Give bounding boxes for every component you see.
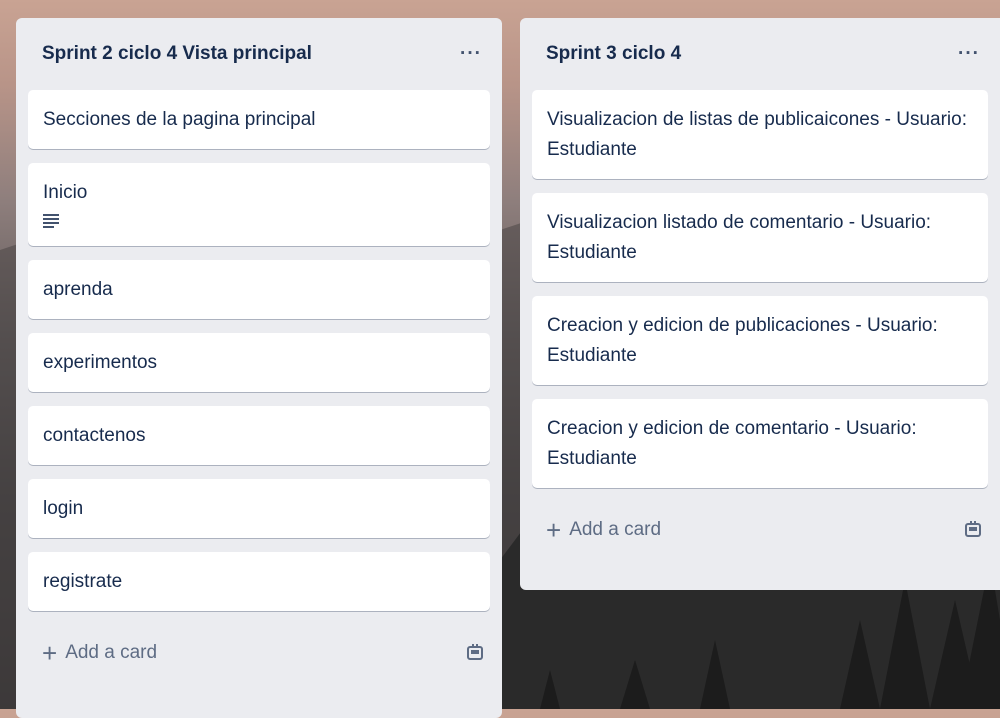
- card-title: login: [43, 498, 84, 519]
- list-header: Sprint 3 ciclo 4 ···: [520, 18, 1000, 90]
- plus-icon: +: [546, 515, 562, 545]
- list-menu-button[interactable]: ···: [460, 43, 482, 65]
- card-template-icon[interactable]: [964, 521, 982, 539]
- card[interactable]: Visualizacion listado de comentario - Us…: [532, 193, 988, 282]
- card-title: Visualizacion listado de comentario - Us…: [547, 212, 932, 263]
- card-title: registrate: [43, 571, 123, 592]
- card-list: Secciones de la pagina principal Inicio …: [16, 90, 502, 611]
- card-title: Creacion y edicion de publicaciones - Us…: [547, 315, 938, 366]
- card[interactable]: Creacion y edicion de publicaciones - Us…: [532, 296, 988, 385]
- card-title: Visualizacion de listas de publicaicones…: [547, 109, 967, 160]
- card[interactable]: aprenda: [28, 260, 490, 319]
- list-title[interactable]: Sprint 2 ciclo 4 Vista principal: [42, 43, 312, 65]
- list-sprint-2: Sprint 2 ciclo 4 Vista principal ··· Sec…: [16, 18, 502, 718]
- add-card-row: + Add a card: [16, 625, 502, 681]
- add-card-button[interactable]: + Add a card: [42, 640, 157, 666]
- card-title: Creacion y edicion de comentario - Usuar…: [547, 418, 917, 469]
- card[interactable]: experimentos: [28, 333, 490, 392]
- list-sprint-3: Sprint 3 ciclo 4 ··· Visualizacion de li…: [520, 18, 1000, 590]
- card[interactable]: login: [28, 479, 490, 538]
- list-title[interactable]: Sprint 3 ciclo 4: [546, 43, 681, 65]
- card-list: Visualizacion de listas de publicaicones…: [520, 90, 1000, 488]
- card-title: experimentos: [43, 352, 158, 373]
- card[interactable]: Creacion y edicion de comentario - Usuar…: [532, 399, 988, 488]
- add-card-row: + Add a card: [520, 502, 1000, 558]
- card-title: contactenos: [43, 425, 146, 446]
- description-icon: [43, 214, 59, 228]
- plus-icon: +: [42, 638, 58, 668]
- card-template-icon[interactable]: [466, 644, 484, 662]
- list-header: Sprint 2 ciclo 4 Vista principal ···: [16, 18, 502, 90]
- add-card-label: Add a card: [65, 642, 158, 663]
- card[interactable]: Visualizacion de listas de publicaicones…: [532, 90, 988, 179]
- card-title: Inicio: [43, 182, 88, 203]
- card[interactable]: contactenos: [28, 406, 490, 465]
- add-card-button[interactable]: + Add a card: [546, 517, 661, 543]
- card[interactable]: Inicio: [28, 163, 490, 246]
- list-menu-button[interactable]: ···: [958, 43, 980, 65]
- card[interactable]: registrate: [28, 552, 490, 611]
- card-title: aprenda: [43, 279, 113, 300]
- card-title: Secciones de la pagina principal: [43, 109, 316, 130]
- add-card-label: Add a card: [569, 519, 662, 540]
- card[interactable]: Secciones de la pagina principal: [28, 90, 490, 149]
